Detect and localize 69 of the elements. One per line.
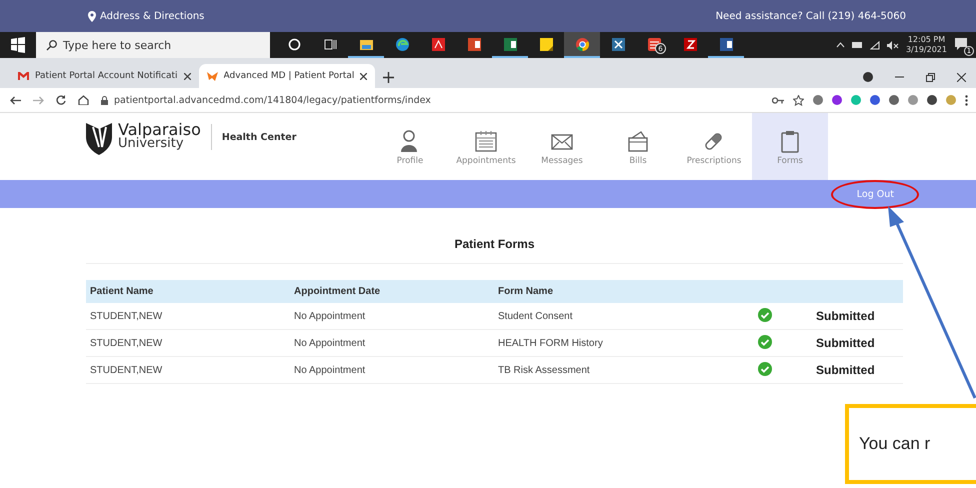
table-cell-text: HEALTH FORM History bbox=[497, 338, 604, 348]
close-icon[interactable] bbox=[957, 72, 966, 82]
address-link[interactable]: Address & Directions bbox=[100, 10, 204, 22]
department-name: Health Center bbox=[222, 132, 296, 142]
edge-icon bbox=[394, 36, 410, 52]
pin-icon bbox=[88, 10, 96, 22]
mail-icon bbox=[18, 72, 29, 80]
minimize-icon[interactable] bbox=[895, 76, 904, 78]
bird-icon bbox=[206, 72, 218, 80]
browser-tab[interactable]: Patient Portal Account Notificati bbox=[10, 64, 199, 88]
status-text: Submitted bbox=[815, 363, 876, 377]
star-icon[interactable] bbox=[793, 94, 804, 106]
spreadsheet-app-icon bbox=[502, 36, 518, 52]
wifi-icon[interactable] bbox=[870, 40, 880, 50]
muted-speaker-icon[interactable] bbox=[886, 40, 899, 50]
nav-tab[interactable]: Profile bbox=[372, 113, 448, 180]
logo-name: Valparaiso bbox=[118, 123, 201, 137]
status-text: Submitted bbox=[815, 309, 876, 323]
close-icon[interactable] bbox=[184, 72, 191, 80]
search-icon bbox=[46, 40, 57, 50]
clock-date[interactable]: 3/19/2021 bbox=[906, 45, 947, 55]
restore-icon[interactable] bbox=[926, 72, 935, 82]
clipboard-icon bbox=[779, 130, 801, 153]
callout-text: You can r bbox=[845, 404, 976, 484]
lock-icon bbox=[101, 96, 108, 104]
clock-time[interactable]: 12:05 PM bbox=[908, 35, 946, 45]
close-icon[interactable] bbox=[360, 72, 368, 80]
table-cell-text: Student Consent bbox=[497, 310, 574, 322]
notification-icon[interactable] bbox=[954, 37, 968, 51]
logo-subtitle: University bbox=[118, 137, 184, 151]
table-cell-text: STUDENT,NEW bbox=[89, 364, 164, 376]
browser-tab[interactable]: Advanced MD | Patient Portal bbox=[198, 64, 376, 88]
nav-tab[interactable]: Bills bbox=[600, 113, 676, 180]
table-cell-text: STUDENT,NEW bbox=[89, 338, 164, 348]
table-cell-text: TB Risk Assessment bbox=[497, 364, 591, 376]
column-header: Patient Name bbox=[89, 286, 154, 297]
home-icon[interactable] bbox=[78, 95, 89, 105]
table-cell-text: STUDENT,NEW bbox=[89, 310, 164, 322]
wallet-icon bbox=[627, 130, 649, 153]
nav-tab[interactable]: Messages bbox=[524, 113, 600, 180]
key-icon[interactable] bbox=[772, 96, 784, 104]
nav-tab[interactable]: Appointments bbox=[448, 113, 524, 180]
nav-tab[interactable]: Prescriptions bbox=[676, 113, 752, 180]
table-cell-text: No Appointment bbox=[293, 364, 366, 376]
table-cell-text: No Appointment bbox=[293, 338, 366, 348]
pdf-app-icon bbox=[430, 36, 446, 52]
windows-start-icon[interactable] bbox=[10, 37, 26, 53]
document-app-icon bbox=[718, 36, 734, 52]
assistance-text: Need assistance? Call (219) 464-5060 bbox=[716, 10, 906, 22]
back-icon[interactable] bbox=[10, 96, 21, 104]
url-field[interactable]: patientportal.advancedmd.com/141804/legacy/patientforms/index bbox=[114, 94, 431, 106]
new-tab-icon[interactable] bbox=[383, 72, 394, 83]
profile-icon[interactable] bbox=[863, 72, 873, 82]
reload-icon[interactable] bbox=[56, 95, 66, 105]
column-header: Appointment Date bbox=[293, 286, 382, 297]
sticky-note-icon bbox=[538, 36, 554, 52]
task-view-icon bbox=[322, 36, 338, 52]
circle-icon bbox=[286, 36, 302, 52]
battery-icon[interactable] bbox=[852, 42, 863, 48]
table-cell-text: No Appointment bbox=[293, 310, 366, 322]
presentation-app-icon bbox=[466, 36, 482, 52]
chrome-icon bbox=[574, 36, 590, 52]
taskbar-search-field[interactable]: Type here to search bbox=[36, 32, 270, 58]
column-header: Form Name bbox=[497, 286, 554, 297]
chevron-up-icon[interactable] bbox=[836, 42, 845, 48]
status-text: Submitted bbox=[815, 336, 876, 350]
cross-app-icon bbox=[610, 36, 626, 52]
calendar-icon bbox=[475, 130, 497, 153]
more-icon[interactable] bbox=[965, 94, 968, 106]
